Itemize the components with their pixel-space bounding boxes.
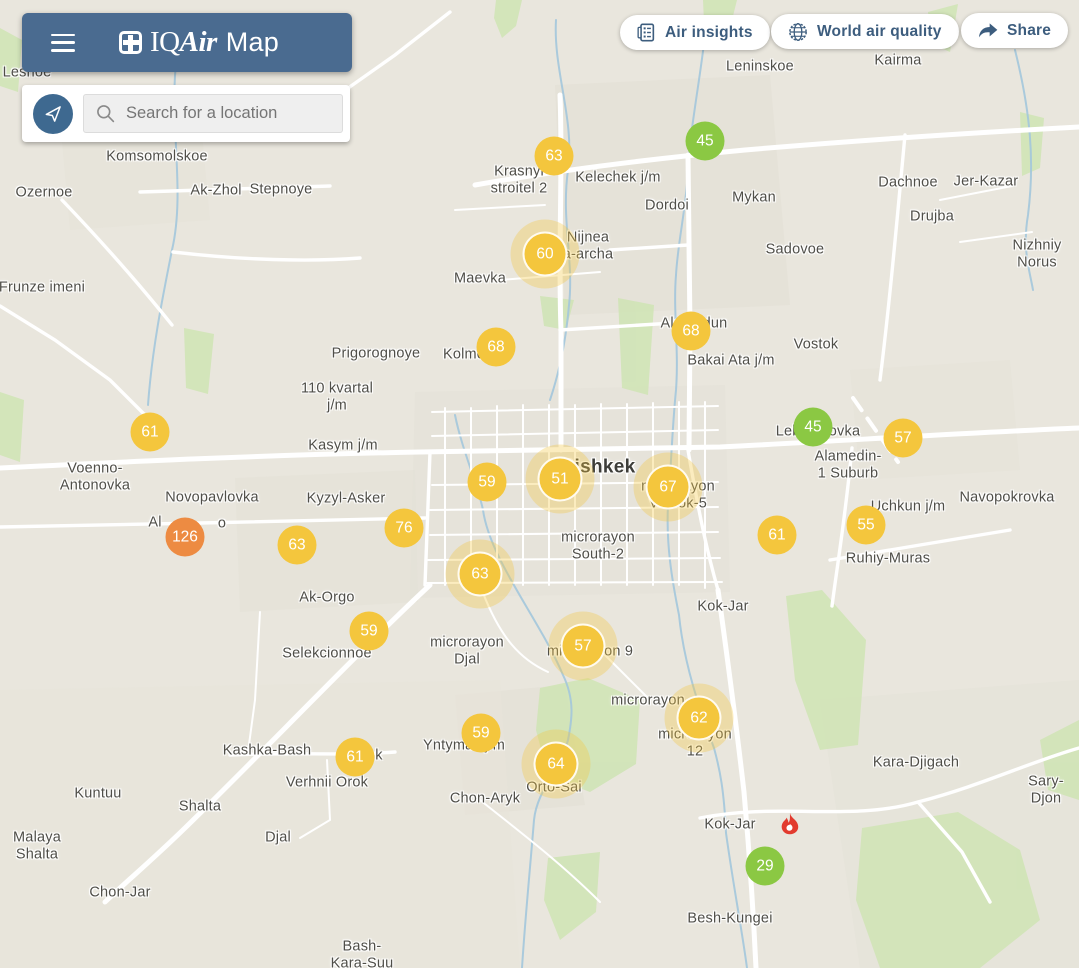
geolocate-button[interactable] [33, 94, 73, 134]
share-label: Share [1007, 22, 1051, 40]
aqi-marker[interactable]: 57 [561, 624, 606, 669]
share-button[interactable]: Share [961, 13, 1068, 48]
map-markers-layer: 63 45 60 68 68 61 45 57 59 51 67 76 126 63 61 55 63 59 57 6… [0, 0, 1079, 968]
aqi-value: 61 [768, 526, 785, 544]
aqi-marker[interactable]: 126 [166, 518, 205, 557]
air-insights-icon [637, 23, 656, 42]
logo-text-map: Map [226, 27, 279, 58]
aqi-value: 45 [804, 418, 821, 436]
app-header: IQAir Map [22, 13, 352, 72]
logo-text-iq: IQ [150, 26, 180, 59]
aqi-marker[interactable]: 63 [458, 552, 503, 597]
aqi-value: 62 [690, 709, 707, 727]
aqi-value: 63 [471, 565, 488, 583]
iqair-plus-icon [119, 31, 142, 54]
iqair-logo[interactable]: IQAir Map [119, 26, 279, 59]
aqi-value: 68 [682, 322, 699, 340]
aqi-marker[interactable]: 61 [336, 738, 375, 777]
iqair-map-app: LesnoeKomsomolskoeOzernoeAk-ZholStepnoye… [0, 0, 1079, 968]
search-input[interactable] [124, 103, 328, 124]
navigation-arrow-icon [43, 104, 63, 124]
aqi-value: 57 [574, 637, 591, 655]
aqi-value: 67 [659, 478, 676, 496]
aqi-marker[interactable]: 63 [535, 137, 574, 176]
aqi-value: 61 [346, 748, 363, 766]
world-air-quality-label: World air quality [817, 23, 942, 41]
aqi-marker[interactable]: 60 [523, 232, 568, 277]
aqi-marker[interactable]: 55 [847, 506, 886, 545]
fire-event-icon[interactable] [781, 812, 800, 840]
aqi-marker[interactable]: 45 [794, 408, 833, 447]
aqi-value: 59 [478, 473, 495, 491]
aqi-value: 63 [545, 147, 562, 165]
aqi-marker[interactable]: 61 [758, 516, 797, 555]
aqi-value: 61 [141, 423, 158, 441]
search-field[interactable] [83, 94, 343, 133]
aqi-value: 64 [547, 755, 564, 773]
aqi-value: 55 [857, 516, 874, 534]
share-icon [978, 22, 998, 40]
hamburger-menu-icon[interactable] [51, 34, 75, 52]
aqi-marker[interactable]: 29 [746, 847, 785, 886]
aqi-value: 126 [172, 528, 198, 546]
aqi-value: 29 [756, 857, 773, 875]
aqi-value: 76 [395, 519, 412, 537]
aqi-marker[interactable]: 62 [677, 696, 722, 741]
aqi-value: 59 [472, 724, 489, 742]
world-air-quality-button[interactable]: World air quality [771, 14, 959, 49]
globe-icon [788, 22, 808, 42]
aqi-marker[interactable]: 68 [672, 312, 711, 351]
aqi-marker[interactable]: 63 [278, 526, 317, 565]
aqi-value: 59 [360, 622, 377, 640]
aqi-value: 68 [487, 338, 504, 356]
aqi-value: 57 [894, 429, 911, 447]
aqi-marker[interactable]: 61 [131, 413, 170, 452]
aqi-marker[interactable]: 68 [477, 328, 516, 367]
aqi-marker[interactable]: 57 [884, 419, 923, 458]
aqi-marker[interactable]: 45 [686, 122, 725, 161]
air-insights-button[interactable]: Air insights [620, 15, 770, 50]
aqi-marker[interactable]: 59 [462, 714, 501, 753]
aqi-marker[interactable]: 67 [646, 465, 691, 510]
air-insights-label: Air insights [665, 24, 753, 42]
aqi-marker[interactable]: 51 [538, 457, 583, 502]
aqi-value: 60 [536, 245, 553, 263]
search-icon [96, 104, 115, 123]
aqi-marker[interactable]: 64 [534, 742, 579, 787]
aqi-value: 45 [696, 132, 713, 150]
aqi-value: 63 [288, 536, 305, 554]
aqi-marker[interactable]: 59 [468, 463, 507, 502]
aqi-value: 51 [551, 470, 568, 488]
aqi-marker[interactable]: 76 [385, 509, 424, 548]
aqi-marker[interactable]: 59 [350, 612, 389, 651]
logo-text-air: Air [180, 26, 217, 59]
search-card [22, 85, 350, 142]
